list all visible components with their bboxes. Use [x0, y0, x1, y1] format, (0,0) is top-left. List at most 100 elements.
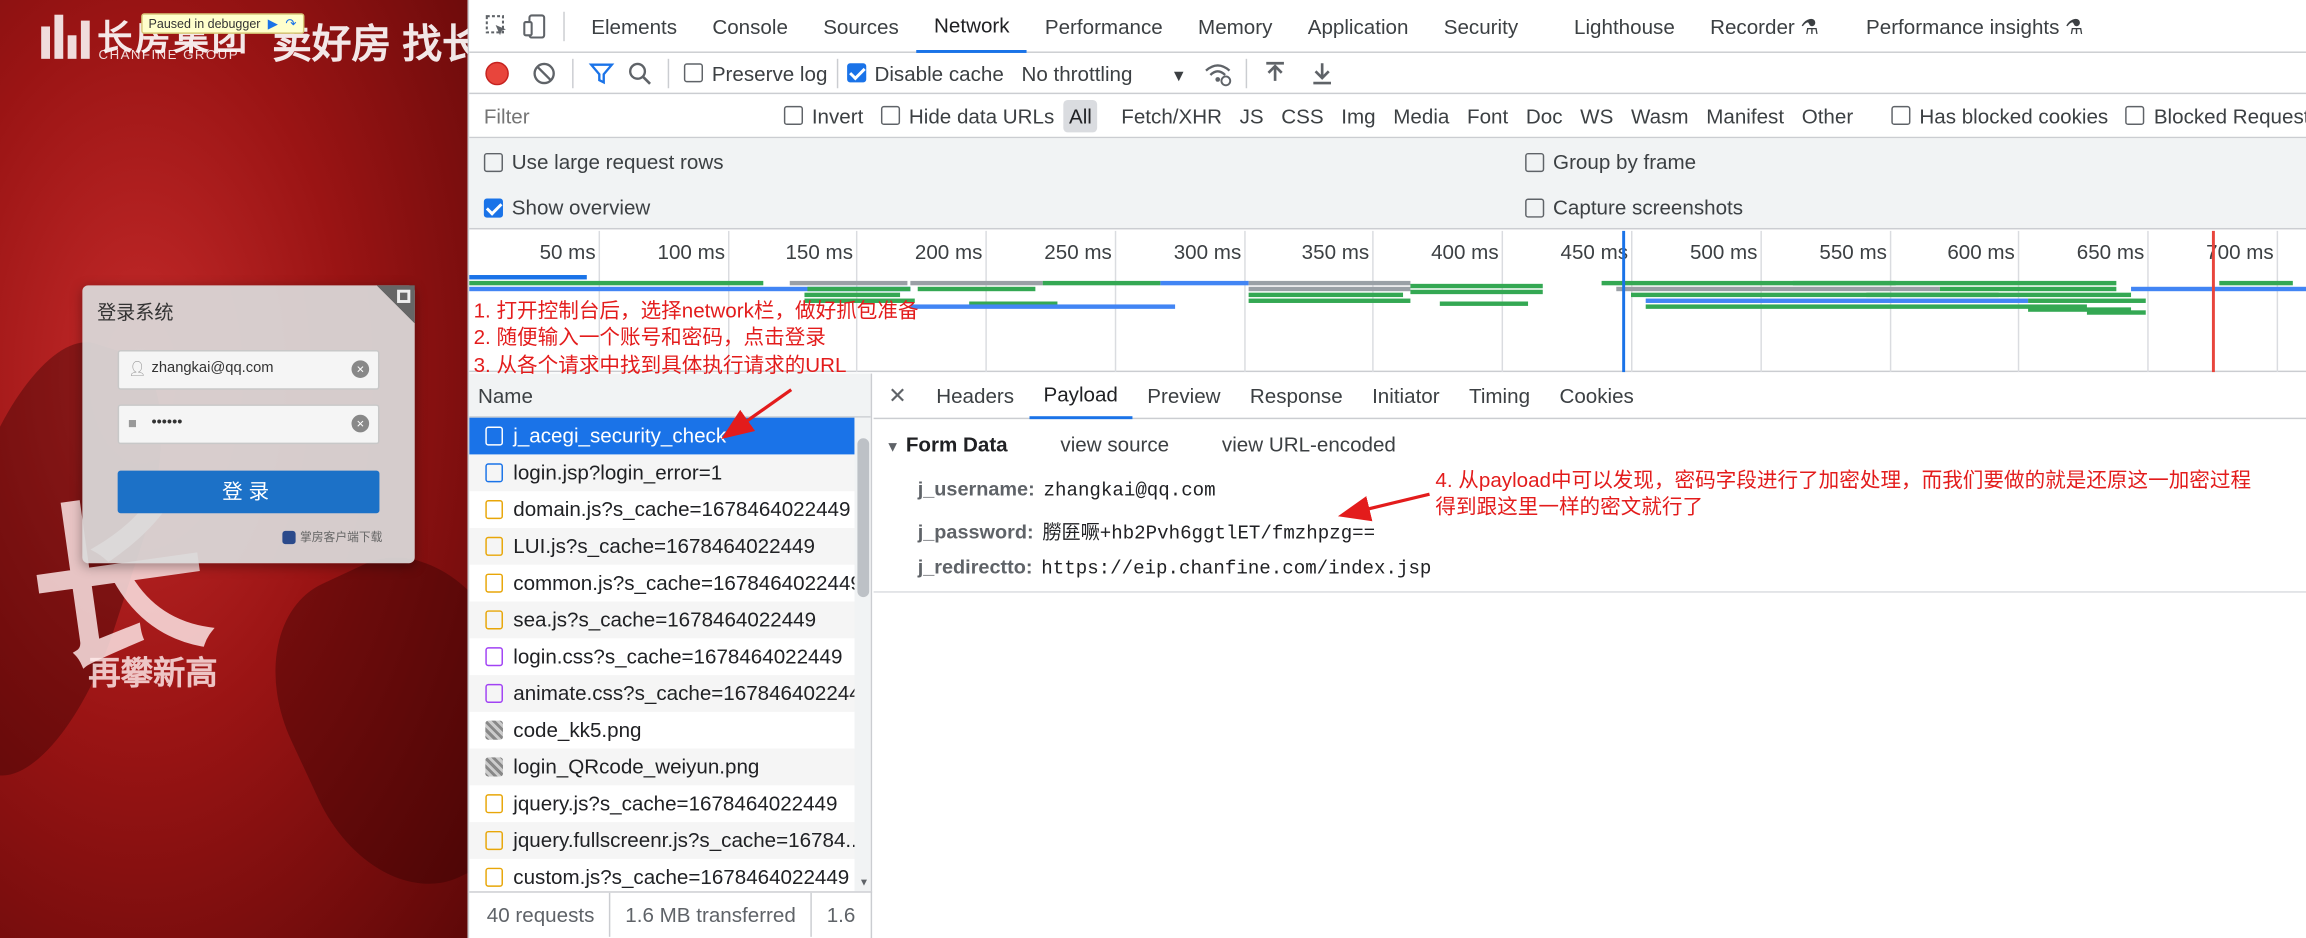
throttling-value: No throttling [1021, 61, 1133, 85]
filter-type-css[interactable]: CSS [1275, 99, 1329, 131]
checkbox-box[interactable] [1891, 106, 1911, 126]
tab-sources[interactable]: Sources [806, 0, 917, 53]
client-download-link[interactable]: 掌房客户端下载 [282, 529, 382, 545]
disable-cache-checkbox[interactable]: Disable cache [846, 61, 1004, 85]
filter-type-all[interactable]: All [1063, 99, 1098, 132]
request-row[interactable]: j_acegi_security_check [469, 417, 855, 455]
tab-cookies[interactable]: Cookies [1545, 373, 1649, 419]
request-row[interactable]: domain.js?s_cache=1678464022449 [469, 491, 854, 528]
field-value: https://eip.chanfine.com/index.jsp [1041, 557, 1432, 580]
scroll-down-icon[interactable]: ▼ [859, 878, 869, 888]
waterfall-bar [2028, 307, 2132, 312]
import-har-icon[interactable] [1256, 54, 1294, 92]
throttling-select[interactable]: No throttling ▼ [1021, 61, 1186, 85]
tab-initiator[interactable]: Initiator [1357, 373, 1454, 419]
tab-payload[interactable]: Payload [1028, 373, 1133, 419]
hide-data-urls-checkbox[interactable]: Hide data URLs [880, 104, 1054, 127]
capture-screenshots-checkbox[interactable]: Capture screenshots [1525, 196, 1743, 219]
has-blocked-cookies-checkbox[interactable]: Has blocked cookies [1891, 104, 2108, 127]
tab-preview[interactable]: Preview [1133, 373, 1236, 419]
checkbox-box[interactable] [783, 106, 804, 126]
checkbox-box[interactable] [1525, 198, 1545, 218]
filter-type-media[interactable]: Media [1387, 99, 1455, 131]
view-source-link[interactable]: view source [1060, 432, 1169, 456]
export-har-icon[interactable] [1303, 54, 1341, 92]
large-rows-checkbox[interactable]: Use large request rows [483, 150, 724, 174]
request-name: code_kk5.png [513, 717, 642, 742]
tab-console[interactable]: Console [695, 0, 806, 53]
tab-performance-insights[interactable]: Performance insights ⚗ [1848, 0, 2101, 53]
password-value: •••••• [151, 414, 183, 431]
username-field[interactable]: 👤︎ zhangkai@qq.com × [117, 350, 380, 390]
password-field[interactable]: ■ •••••• × [117, 404, 380, 445]
js-file-icon [485, 610, 503, 630]
close-icon[interactable]: ✕ [874, 382, 922, 409]
timeline-tick-label: 300 ms [1173, 239, 1242, 264]
blocked-requests-checkbox[interactable]: Blocked Requests [2125, 104, 2306, 127]
request-row[interactable]: common.js?s_cache=1678464022449 [469, 565, 854, 602]
form-data-section-header[interactable]: ▼ Form Data view source view URL-encoded [885, 432, 1396, 456]
img-file-icon [485, 720, 503, 740]
checkbox-box[interactable] [846, 63, 866, 83]
request-row[interactable]: login_QRcode_weiyun.png [469, 748, 855, 786]
clear-icon[interactable]: × [351, 414, 370, 433]
tab-lighthouse[interactable]: Lighthouse [1556, 0, 1692, 53]
filter-icon[interactable] [582, 54, 620, 92]
scrollbar-thumb[interactable] [857, 438, 870, 598]
request-row[interactable]: sea.js?s_cache=1678464022449 [469, 601, 855, 639]
resume-icon[interactable]: ▶︎ [268, 15, 278, 33]
clear-icon[interactable]: × [351, 360, 370, 378]
search-icon[interactable] [621, 54, 659, 92]
tab-recorder[interactable]: Recorder ⚗ [1692, 0, 1836, 53]
network-conditions-icon[interactable] [1198, 54, 1236, 92]
checkbox-box[interactable] [880, 106, 901, 126]
tab-headers[interactable]: Headers [922, 373, 1029, 419]
checkbox-box[interactable] [1525, 152, 1545, 172]
tab-memory[interactable]: Memory [1180, 0, 1290, 53]
record-icon[interactable] [478, 54, 516, 92]
request-row[interactable]: login.css?s_cache=1678464022449 [469, 638, 854, 675]
filter-input[interactable] [472, 97, 761, 134]
tab-timing[interactable]: Timing [1454, 373, 1544, 419]
request-row[interactable]: animate.css?s_cache=1678464022449 [469, 675, 855, 712]
device-toolbar-icon[interactable] [516, 7, 554, 45]
tab-performance[interactable]: Performance [1027, 0, 1180, 53]
filter-type-img[interactable]: Img [1335, 99, 1381, 131]
show-overview-checkbox[interactable]: Show overview [483, 196, 650, 219]
filter-type-manifest[interactable]: Manifest [1700, 99, 1790, 131]
request-row[interactable]: LUI.js?s_cache=1678464022449 [469, 527, 855, 565]
view-url-encoded-link[interactable]: view URL-encoded [1222, 432, 1396, 456]
step-over-icon[interactable]: ↷ [285, 15, 296, 33]
filter-type-wasm[interactable]: Wasm [1625, 99, 1694, 131]
filter-type-fetch-xhr[interactable]: Fetch/XHR [1115, 99, 1227, 131]
tab-elements[interactable]: Elements [574, 0, 695, 53]
filter-type-doc[interactable]: Doc [1520, 99, 1568, 131]
invert-checkbox[interactable]: Invert [783, 104, 863, 127]
filter-type-other[interactable]: Other [1796, 99, 1859, 131]
request-row[interactable]: jquery.fullscreenr.js?s_cache=16784... [469, 822, 855, 859]
timeline-tick: 250 ms [1044, 230, 1117, 373]
checkbox-box[interactable] [2125, 106, 2145, 126]
request-row[interactable]: login.jsp?login_error=1 [469, 454, 855, 492]
request-row[interactable]: custom.js?s_cache=1678464022449 [469, 859, 854, 891]
checkbox-box[interactable] [483, 152, 503, 172]
group-by-frame-checkbox[interactable]: Group by frame [1525, 150, 1696, 174]
filter-type-font[interactable]: Font [1461, 99, 1514, 131]
checkbox-box[interactable] [683, 63, 703, 83]
column-header-name[interactable]: Name [469, 373, 871, 418]
tab-application[interactable]: Application [1290, 0, 1426, 53]
qr-switch-icon[interactable] [376, 285, 415, 324]
inspect-element-icon[interactable] [478, 7, 516, 45]
filter-type-js[interactable]: JS [1234, 99, 1270, 131]
request-list-scrollbar[interactable]: ▼ [854, 417, 871, 892]
clear-log-icon[interactable] [525, 54, 563, 92]
tab-security[interactable]: Security [1426, 0, 1536, 53]
preserve-log-checkbox[interactable]: Preserve log [683, 61, 827, 85]
request-row[interactable]: jquery.js?s_cache=1678464022449 [469, 785, 854, 822]
checkbox-box[interactable] [483, 198, 503, 218]
login-button[interactable]: 登录 [117, 470, 380, 514]
request-row[interactable]: code_kk5.png [469, 712, 854, 749]
filter-type-ws[interactable]: WS [1574, 99, 1619, 131]
tab-network[interactable]: Network [916, 0, 1028, 53]
tab-response[interactable]: Response [1235, 373, 1357, 419]
